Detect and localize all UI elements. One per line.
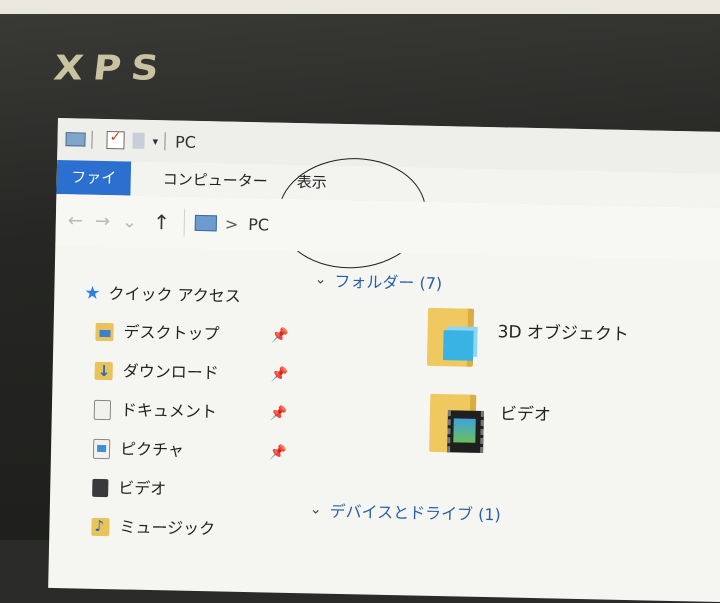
folder-item-3d-objects[interactable]: 3D オブジェクト	[497, 317, 629, 345]
navigation-pane: ★ クイック アクセス デスクトップ 📌 ダウンロード 📌 ドキュメント 📌 ピ…	[84, 279, 315, 539]
3d-cube-icon	[443, 330, 474, 361]
sidebar-item-label: デスクトップ	[123, 322, 220, 344]
download-folder-icon	[94, 361, 113, 381]
tab-file[interactable]: ファイル	[56, 159, 132, 221]
forward-button[interactable]: →	[95, 210, 111, 231]
sidebar-item-downloads[interactable]: ダウンロード 📌	[94, 356, 288, 389]
tab-computer[interactable]: コンピューター	[148, 162, 282, 199]
breadcrumb-chevron-icon[interactable]: >	[225, 214, 239, 233]
group-label: フォルダー (7)	[334, 271, 443, 294]
toolbar-separator	[91, 130, 93, 149]
properties-icon[interactable]	[106, 131, 125, 150]
sidebar-item-documents[interactable]: ドキュメント 📌	[93, 395, 287, 428]
sidebar-item-desktop[interactable]: デスクトップ 📌	[95, 317, 289, 350]
group-label: デバイスとドライブ (1)	[329, 501, 502, 525]
pin-icon[interactable]: 📌	[270, 360, 289, 390]
sidebar-item-label: ドキュメント	[120, 400, 218, 422]
sidebar-item-label: ビデオ	[118, 478, 167, 499]
new-folder-icon[interactable]	[132, 132, 145, 149]
chevron-down-icon: ⌄	[314, 271, 327, 288]
toolbar-separator	[163, 132, 166, 151]
desktop-folder-icon	[95, 322, 114, 342]
breadcrumb-location[interactable]: PC	[248, 215, 269, 234]
pc-icon	[194, 214, 218, 232]
back-button[interactable]: ←	[68, 210, 84, 231]
star-icon: ★	[84, 282, 101, 304]
recent-locations-icon[interactable]: ⌄	[122, 211, 138, 232]
sidebar-item-music[interactable]: ミュージック	[91, 512, 215, 545]
sidebar-item-label: クイック アクセス	[108, 284, 241, 306]
sidebar-item-label: ダウンロード	[122, 361, 219, 383]
sidebar-item-pictures[interactable]: ピクチャ 📌	[92, 434, 287, 466]
pc-icon	[65, 132, 86, 147]
pictures-icon	[92, 438, 111, 460]
xps-logo: XPS	[51, 48, 171, 88]
folder-item-videos[interactable]: ビデオ	[500, 399, 552, 425]
customize-toolbar-dropdown-icon[interactable]: ▾	[152, 134, 158, 147]
pin-icon[interactable]: 📌	[269, 437, 287, 467]
folders-group-header[interactable]: ⌄ フォルダー (7)	[314, 267, 443, 294]
videos-folder-icon[interactable]	[429, 393, 484, 453]
documents-icon	[93, 399, 112, 421]
film-strip-icon	[447, 410, 484, 453]
breadcrumb[interactable]: > PC	[183, 208, 270, 239]
background-strip	[0, 0, 720, 14]
up-button[interactable]: ↑	[153, 210, 170, 234]
music-icon	[91, 517, 110, 537]
pin-icon[interactable]: 📌	[271, 321, 289, 351]
file-explorer-window: ▾ PC ファイル コンピューター 表示 ← → ⌄ ↑ > PC ★ クイック…	[48, 118, 720, 603]
3d-objects-folder-icon[interactable]	[426, 307, 475, 367]
sidebar-item-quick-access[interactable]: ★ クイック アクセス	[84, 279, 241, 312]
chevron-down-icon: ⌄	[309, 501, 322, 518]
videos-icon	[92, 478, 109, 498]
window-title: PC	[174, 131, 197, 152]
sidebar-item-videos[interactable]: ビデオ	[92, 473, 167, 505]
pin-icon[interactable]: 📌	[270, 399, 288, 429]
devices-group-header[interactable]: ⌄ デバイスとドライブ (1)	[310, 497, 501, 525]
sidebar-item-label: ピクチャ	[119, 439, 185, 460]
